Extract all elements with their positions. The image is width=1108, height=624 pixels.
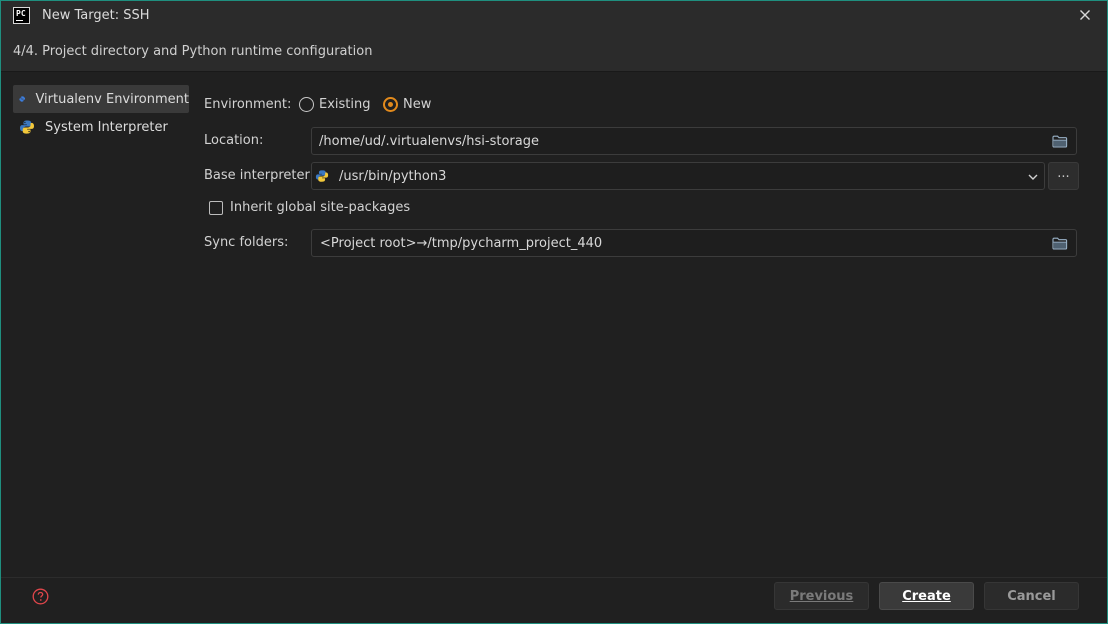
base-interpreter-label: Base interpreter: — [204, 168, 314, 183]
python-icon — [20, 120, 34, 134]
python-icon — [315, 170, 329, 182]
step-header: 4/4. Project directory and Python runtim… — [1, 30, 1107, 72]
logo-text: PC — [16, 9, 26, 18]
environment-label: Environment: — [204, 97, 292, 112]
footer-divider — [1, 577, 1107, 578]
radio-new[interactable]: New — [383, 97, 431, 112]
window-title: New Target: SSH — [42, 8, 150, 23]
cancel-button[interactable]: Cancel — [984, 582, 1079, 610]
checkbox-label: Inherit global site-packages — [230, 200, 411, 215]
help-icon[interactable] — [32, 588, 49, 605]
sidebar-item-label: System Interpreter — [45, 119, 168, 135]
radio-circle — [383, 97, 398, 112]
virtualenv-icon — [19, 96, 26, 102]
create-button[interactable]: Create — [879, 582, 974, 610]
location-field[interactable]: /home/ud/.virtualenvs/hsi-storage — [311, 127, 1077, 155]
sidebar-item-virtualenv[interactable]: Virtualenv Environment — [13, 85, 189, 113]
sidebar-item-label: Virtualenv Environment — [35, 91, 189, 107]
location-label: Location: — [204, 133, 264, 148]
title-bar: PC New Target: SSH — [1, 1, 1107, 30]
radio-label: Existing — [319, 97, 371, 112]
previous-label: Previous — [789, 589, 854, 604]
step-title: 4/4. Project directory and Python runtim… — [13, 44, 373, 59]
folder-icon[interactable] — [1052, 237, 1068, 250]
sync-folders-label: Sync folders: — [204, 235, 289, 250]
close-icon[interactable] — [1077, 7, 1093, 23]
sidebar-item-system-interpreter[interactable]: System Interpreter — [13, 113, 189, 141]
radio-circle — [299, 97, 314, 112]
pycharm-logo-icon: PC — [13, 7, 30, 24]
folder-icon[interactable] — [1052, 135, 1068, 148]
base-interpreter-select[interactable]: /usr/bin/python3 — [311, 162, 1045, 190]
sync-folders-value: <Project root>→/tmp/pycharm_project_440 — [320, 235, 603, 251]
inherit-site-packages-checkbox[interactable]: Inherit global site-packages — [209, 200, 410, 215]
dialog-window: PC New Target: SSH 4/4. Project director… — [0, 0, 1108, 624]
sync-folders-field[interactable]: <Project root>→/tmp/pycharm_project_440 — [311, 229, 1077, 257]
previous-button[interactable]: Previous — [774, 582, 869, 610]
chevron-down-icon — [1028, 174, 1038, 180]
create-label: Create — [902, 589, 951, 604]
base-interpreter-value: /usr/bin/python3 — [339, 168, 447, 184]
radio-existing[interactable]: Existing — [299, 97, 371, 112]
radio-label: New — [403, 97, 432, 112]
browse-interpreter-button[interactable]: ... — [1048, 162, 1079, 190]
location-value: /home/ud/.virtualenvs/hsi-storage — [319, 133, 539, 149]
checkbox-box — [209, 200, 223, 215]
